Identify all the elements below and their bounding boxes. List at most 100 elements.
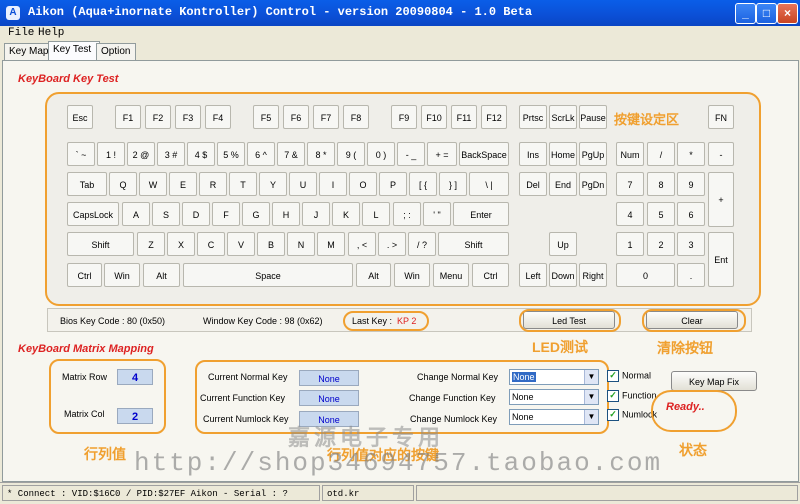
key-1[interactable]: 1 ! (97, 142, 125, 166)
key-down-arrow[interactable]: Down (549, 263, 577, 287)
key-scrlk[interactable]: ScrLk (549, 105, 577, 129)
tab-key-map[interactable]: Key Map (4, 43, 52, 60)
key-l[interactable]: L (362, 202, 390, 226)
key-t[interactable]: T (229, 172, 257, 196)
key-f2[interactable]: F2 (145, 105, 171, 129)
key-pgup[interactable]: PgUp (579, 142, 607, 166)
key-numpad-minus[interactable]: - (708, 142, 734, 166)
function-checkbox[interactable]: ✓ Function (607, 390, 657, 402)
key-f8[interactable]: F8 (343, 105, 369, 129)
numlock-checkbox[interactable]: ✓ Numlock (607, 409, 657, 421)
chevron-down-icon[interactable]: ▼ (584, 390, 598, 404)
key-f9[interactable]: F9 (391, 105, 417, 129)
key-y[interactable]: Y (259, 172, 287, 196)
key-lbracket[interactable]: [ { (409, 172, 437, 196)
key-f3[interactable]: F3 (175, 105, 201, 129)
key-numpad-slash[interactable]: / (647, 142, 675, 166)
key-k[interactable]: K (332, 202, 360, 226)
key-right-win[interactable]: Win (394, 263, 430, 287)
chevron-down-icon[interactable]: ▼ (584, 370, 598, 384)
tab-key-test[interactable]: Key Test (48, 41, 100, 60)
key-f4[interactable]: F4 (205, 105, 231, 129)
key-numpad-8[interactable]: 8 (647, 172, 675, 196)
key-pause[interactable]: Pause (579, 105, 607, 129)
key-numpad-0[interactable]: 0 (616, 263, 675, 287)
key-menu[interactable]: Menu (433, 263, 469, 287)
normal-checkbox[interactable]: ✓ Normal (607, 370, 651, 382)
key-numpad-9[interactable]: 9 (677, 172, 705, 196)
key-b[interactable]: B (257, 232, 285, 256)
key-j[interactable]: J (302, 202, 330, 226)
change-function-key-select[interactable]: None ▼ (509, 389, 599, 405)
key-x[interactable]: X (167, 232, 195, 256)
tab-option[interactable]: Option (96, 43, 136, 60)
key-6[interactable]: 6 ^ (247, 142, 275, 166)
key-home[interactable]: Home (549, 142, 577, 166)
chevron-down-icon[interactable]: ▼ (584, 410, 598, 424)
key-f12[interactable]: F12 (481, 105, 507, 129)
key-2[interactable]: 2 @ (127, 142, 155, 166)
key-esc[interactable]: Esc (67, 105, 93, 129)
key-u[interactable]: U (289, 172, 317, 196)
key-capslock[interactable]: CapsLock (67, 202, 119, 226)
key-numpad-3[interactable]: 3 (677, 232, 705, 256)
maximize-button[interactable]: □ (756, 3, 777, 24)
key-pgdn[interactable]: PgDn (579, 172, 607, 196)
key-f[interactable]: F (212, 202, 240, 226)
key-right-alt[interactable]: Alt (356, 263, 391, 287)
key-f1[interactable]: F1 (115, 105, 141, 129)
key-3[interactable]: 3 # (157, 142, 185, 166)
key-s[interactable]: S (152, 202, 180, 226)
key-e[interactable]: E (169, 172, 197, 196)
key-comma[interactable]: , < (348, 232, 376, 256)
key-f6[interactable]: F6 (283, 105, 309, 129)
key-d[interactable]: D (182, 202, 210, 226)
key-backslash[interactable]: \ | (469, 172, 509, 196)
key-m[interactable]: M (317, 232, 345, 256)
key-z[interactable]: Z (137, 232, 165, 256)
key-numpad-2[interactable]: 2 (647, 232, 675, 256)
key-a[interactable]: A (122, 202, 150, 226)
change-normal-key-select[interactable]: None ▼ (509, 369, 599, 385)
key-f5[interactable]: F5 (253, 105, 279, 129)
key-right-ctrl[interactable]: Ctrl (472, 263, 509, 287)
key-minus[interactable]: - _ (397, 142, 425, 166)
close-button[interactable]: × (777, 3, 798, 24)
key-left-win[interactable]: Win (104, 263, 140, 287)
key-equal[interactable]: + = (427, 142, 457, 166)
key-w[interactable]: W (139, 172, 167, 196)
key-8[interactable]: 8 * (307, 142, 335, 166)
key-4[interactable]: 4 $ (187, 142, 215, 166)
key-c[interactable]: C (197, 232, 225, 256)
minimize-button[interactable]: _ (735, 3, 756, 24)
key-numpad-1[interactable]: 1 (616, 232, 644, 256)
key-quote[interactable]: ' " (423, 202, 451, 226)
key-o[interactable]: O (349, 172, 377, 196)
key-v[interactable]: V (227, 232, 255, 256)
key-0[interactable]: 0 ) (367, 142, 395, 166)
key-numpad-dot[interactable]: . (677, 263, 705, 287)
key-r[interactable]: R (199, 172, 227, 196)
key-f7[interactable]: F7 (313, 105, 339, 129)
key-period[interactable]: . > (378, 232, 406, 256)
key-map-fix-button[interactable]: Key Map Fix (671, 371, 757, 391)
key-left-shift[interactable]: Shift (67, 232, 134, 256)
key-numpad-star[interactable]: * (677, 142, 705, 166)
key-numpad-7[interactable]: 7 (616, 172, 644, 196)
key-del[interactable]: Del (519, 172, 547, 196)
key-g[interactable]: G (242, 202, 270, 226)
title-bar[interactable]: A Aikon (Aqua+inornate Kontroller) Contr… (0, 0, 800, 26)
key-numpad-6[interactable]: 6 (677, 202, 705, 226)
key-space[interactable]: Space (183, 263, 353, 287)
key-f11[interactable]: F11 (451, 105, 477, 129)
key-7[interactable]: 7 & (277, 142, 305, 166)
key-prtsc[interactable]: Prtsc (519, 105, 547, 129)
key-semicolon[interactable]: ; : (393, 202, 421, 226)
key-left-ctrl[interactable]: Ctrl (67, 263, 102, 287)
key-slash[interactable]: / ? (408, 232, 436, 256)
key-f10[interactable]: F10 (421, 105, 447, 129)
key-p[interactable]: P (379, 172, 407, 196)
key-up[interactable]: Up (549, 232, 577, 256)
key-tilde[interactable]: ` ~ (67, 142, 95, 166)
key-numpad-4[interactable]: 4 (616, 202, 644, 226)
